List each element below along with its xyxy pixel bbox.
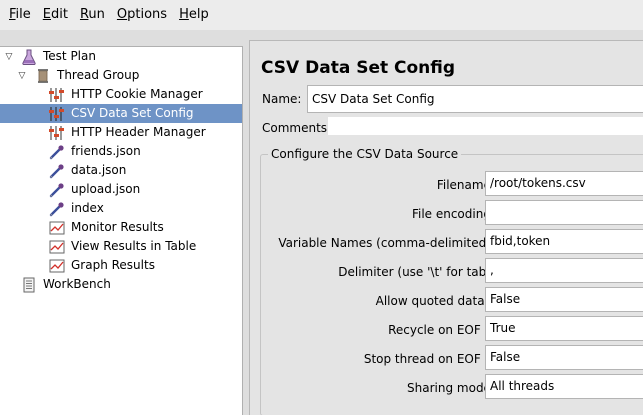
tree-item-label: View Results in Table [71,239,197,253]
stop-thread-on-eof-label: Stop thread on EOF ?: [363,352,495,366]
tree-item-label: WorkBench [43,277,111,291]
menu-run[interactable]: Run [74,0,111,30]
sharing-mode-label: Sharing mode: [407,381,495,395]
menu-bar: File Edit Run Options Help [0,0,643,30]
variable-names-label: Variable Names (comma-delimited): [278,236,495,250]
delimiter-field[interactable]: , [485,258,643,283]
collapse-toggle-icon[interactable]: ▽ [4,52,14,62]
allow-quoted-data-field[interactable]: False [485,287,643,312]
tree-item-graph-results[interactable]: Graph Results [48,256,158,275]
sampler-pipette-icon [48,143,66,160]
workbench-icon [20,276,38,293]
tree-item-label: Test Plan [43,49,96,63]
config-panel: CSV Data Set Config Name: CSV Data Set C… [249,40,643,415]
tree-item-http-header-manager[interactable]: HTTP Header Manager [48,123,209,142]
flask-icon [20,48,38,65]
collapse-toggle-icon[interactable]: ▽ [17,71,27,81]
recycle-on-eof-label: Recycle on EOF ?: [388,323,495,337]
delimiter-label: Delimiter (use '\t' for tab): [338,265,495,279]
menu-options-label: ptions [127,7,168,22]
menu-help-label: elp [188,7,209,22]
test-plan-tree: ▽ Test Plan ▽ Thread Group HTTP Cookie M… [0,46,243,415]
tree-item-label: Thread Group [57,68,140,82]
tree-item-csv-data-set-config[interactable]: CSV Data Set Config [0,104,242,123]
tree-item-data-json[interactable]: data.json [48,161,129,180]
tree-item-friends-json[interactable]: friends.json [48,142,144,161]
spool-icon [34,67,52,84]
tree-item-label: Monitor Results [71,220,164,234]
tree-item-upload-json[interactable]: upload.json [48,180,143,199]
menu-options[interactable]: Options [111,0,173,30]
sampler-pipette-icon [48,181,66,198]
menu-edit-mnemonic: E [42,7,51,22]
tree-item-test-plan[interactable]: Test Plan [20,47,99,66]
listener-chart-icon [48,257,66,274]
tree-item-http-cookie-manager[interactable]: HTTP Cookie Manager [48,85,206,104]
group-title: Configure the CSV Data Source [268,147,462,161]
tree-item-label: friends.json [71,144,141,158]
tree-item-label: index [71,201,104,215]
listener-chart-icon [48,238,66,255]
sharing-mode-field[interactable]: All threads [485,374,643,399]
file-encoding-field[interactable] [485,200,643,225]
tree-item-monitor-results[interactable]: Monitor Results [48,218,167,237]
menu-file-label: ile [15,7,31,22]
listener-chart-icon [48,219,66,236]
panel-title: CSV Data Set Config [261,58,456,78]
allow-quoted-data-label: Allow quoted data?: [375,294,495,308]
sampler-pipette-icon [48,200,66,217]
config-element-icon [48,105,66,122]
tree-item-label: upload.json [71,182,141,196]
sampler-pipette-icon [48,162,66,179]
tree-item-label: Graph Results [71,258,155,272]
tree-item-label: data.json [71,163,127,177]
menu-help-mnemonic: H [179,7,189,22]
name-label: Name: [262,92,302,106]
stop-thread-on-eof-field[interactable]: False [485,345,643,370]
tree-item-label: CSV Data Set Config [71,106,194,120]
csv-data-source-group: Configure the CSV Data Source Filename: … [260,147,643,415]
menu-options-mnemonic: O [116,7,128,22]
tree-item-index[interactable]: index [48,199,107,218]
tree-item-label: HTTP Header Manager [71,125,206,139]
menu-edit-label: dit [51,7,68,22]
filename-field[interactable]: /root/tokens.csv [485,171,643,196]
tree-item-view-results-in-table[interactable]: View Results in Table [48,237,199,256]
variable-names-field[interactable]: fbid,token [485,229,643,254]
menu-edit[interactable]: Edit [37,0,74,30]
comments-field[interactable] [328,117,643,135]
comments-label: Comments: [262,121,332,135]
menu-help[interactable]: Help [173,0,215,30]
config-element-icon [48,86,66,103]
config-element-icon [48,124,66,141]
name-field[interactable]: CSV Data Set Config [307,85,643,113]
recycle-on-eof-field[interactable]: True [485,316,643,341]
tree-item-thread-group[interactable]: Thread Group [34,66,142,85]
menu-file[interactable]: File [3,0,37,30]
tree-item-label: HTTP Cookie Manager [71,87,203,101]
tree-item-workbench[interactable]: WorkBench [20,275,114,294]
menu-run-label: un [88,7,105,22]
file-encoding-label: File encoding: [411,207,495,221]
